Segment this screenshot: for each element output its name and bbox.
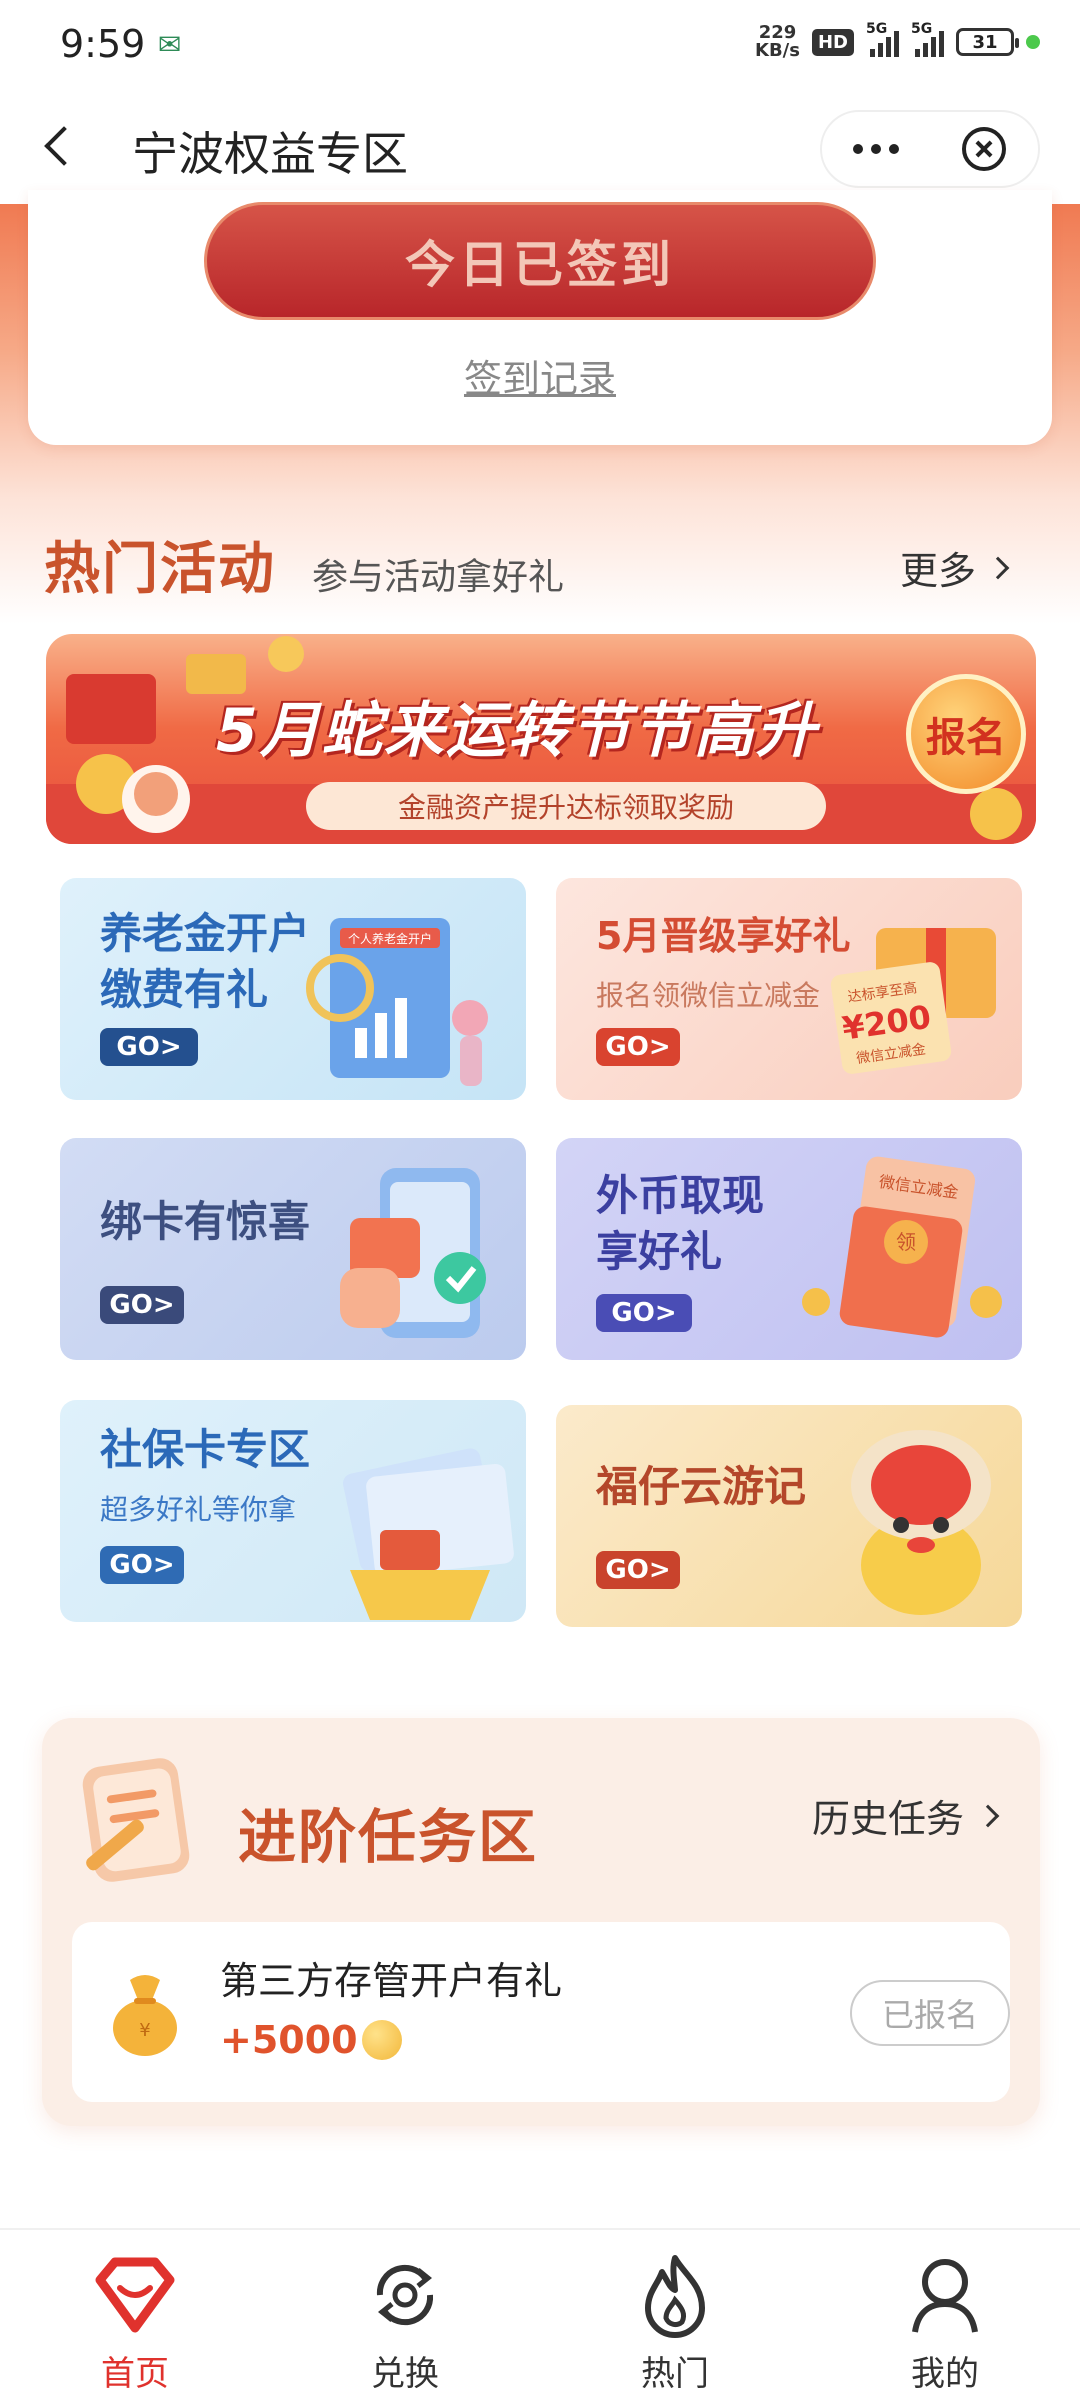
signin-card: 今日已签到 签到记录	[28, 190, 1052, 445]
task-item: ¥ 第三方存管开户有礼 +5000 已报名	[72, 1922, 1010, 2102]
status-time: 9:59	[60, 22, 146, 66]
gift-box-icon: 达标享至高 ¥200 微信立减金	[830, 928, 996, 1074]
fuzai-travel-card[interactable]: 福仔云游记 GO>	[556, 1405, 1022, 1627]
nav-label: 兑换	[371, 2354, 439, 2394]
card-title-line2: 享好礼	[596, 1227, 723, 1276]
go-button[interactable]: GO>	[596, 1551, 680, 1589]
registered-button[interactable]: 已报名	[850, 1980, 1010, 2046]
header: 宁波权益专区	[0, 92, 1080, 204]
status-bar: 9:59 ✉ 229 KB/s HD 5G 5G 31	[0, 0, 1080, 92]
chevron-right-icon	[986, 556, 1010, 579]
chevron-right-icon	[976, 1804, 1000, 1827]
nav-item-hot[interactable]: 热门	[540, 2230, 810, 2400]
pension-illustration-icon: 个人养老金开户	[306, 918, 488, 1086]
go-button[interactable]: GO>	[100, 1546, 184, 1584]
china-post-icon: ✉	[158, 28, 182, 61]
go-button[interactable]: GO>	[596, 1294, 692, 1332]
home-gem-icon	[95, 2257, 175, 2333]
more-label: 更多	[900, 549, 977, 593]
nav-item-exchange[interactable]: 兑换	[270, 2230, 540, 2400]
task-name: 第三方存管开户有礼	[220, 1959, 563, 2003]
card-title-line2: 缴费有礼	[100, 965, 269, 1014]
card-title: 福仔云游记	[596, 1462, 807, 1511]
phone-thumbs-up-icon	[340, 1168, 486, 1338]
red-envelope-icon: 微信立减金 领	[802, 1156, 1002, 1338]
hot-section-subtitle: 参与活动拿好礼	[312, 557, 565, 598]
card-subtitle: 报名领微信立减金	[596, 979, 821, 1012]
go-button[interactable]: GO>	[100, 1028, 198, 1066]
mascot-lion-icon	[851, 1430, 991, 1615]
card-title-line1: 养老金开户	[100, 909, 311, 958]
task-reward: +5000	[220, 2018, 402, 2062]
history-label: 历史任务	[812, 1797, 965, 1841]
signal-icon: 5G	[866, 21, 899, 57]
dot-icon	[889, 144, 899, 154]
clipboard-pencil-icon	[82, 1758, 190, 1882]
close-button[interactable]	[930, 112, 1038, 186]
card-title: 社保卡专区	[100, 1425, 311, 1474]
banner-subtitle: 金融资产提升达标领取奖励	[306, 782, 826, 830]
pension-account-card[interactable]: 养老金开户 缴费有礼 GO> 个人养老金开户	[60, 878, 526, 1100]
card-title: 5月晋级享好礼	[596, 914, 851, 958]
social-card-icon	[342, 1448, 514, 1620]
hd-voice-icon: HD	[811, 28, 854, 56]
history-tasks-link[interactable]: 历史任务	[812, 1788, 1000, 1843]
nav-item-mine[interactable]: 我的	[810, 2230, 1080, 2400]
status-indicators: 229 KB/s HD 5G 5G 31	[755, 21, 1040, 61]
battery-icon: 31	[956, 28, 1019, 56]
net-speed: 229 KB/s	[755, 22, 800, 61]
forex-withdraw-card[interactable]: 外币取现 享好礼 GO> 微信立减金 领	[556, 1138, 1022, 1360]
signal-icon-2: 5G	[911, 21, 944, 57]
go-button[interactable]: GO>	[596, 1028, 680, 1066]
hot-section-title: 热门活动	[44, 537, 276, 602]
social-security-card[interactable]: 社保卡专区 超多好礼等你拿 GO>	[60, 1400, 526, 1622]
banner-title: 5月蛇来运转节节高升	[216, 696, 818, 766]
dot-icon	[853, 144, 863, 154]
promo-banner[interactable]: 5月蛇来运转节节高升 金融资产提升达标领取奖励 报名	[46, 634, 1036, 844]
person-icon	[912, 2259, 978, 2333]
bind-card-card[interactable]: 绑卡有惊喜 GO>	[60, 1138, 526, 1360]
task-section-title: 进阶任务区	[238, 1803, 539, 1871]
svg-text:¥: ¥	[139, 2020, 150, 2041]
signed-in-button[interactable]: 今日已签到	[204, 202, 876, 320]
advanced-task-panel: 进阶任务区 历史任务 ¥ 第三方存管开户有礼 +5000 已报名	[42, 1718, 1040, 2126]
upgrade-gift-card[interactable]: 5月晋级享好礼 报名领微信立减金 GO> 达标享至高 ¥200 微信立减金	[556, 878, 1022, 1100]
bottom-nav: 首页 兑换 热门 我的	[0, 2228, 1080, 2400]
signup-badge[interactable]: 报名	[906, 674, 1026, 794]
reward-value: +5000	[220, 2018, 358, 2062]
back-button[interactable]	[36, 122, 86, 172]
privacy-dot-icon	[1026, 35, 1040, 49]
deco-seal: 领	[896, 1230, 916, 1254]
exchange-icon	[376, 2264, 434, 2326]
card-title: 绑卡有惊喜	[100, 1197, 311, 1246]
mini-program-capsule	[820, 110, 1040, 188]
more-link[interactable]: 更多	[900, 540, 1010, 595]
dot-icon	[871, 144, 881, 154]
go-button[interactable]: GO>	[100, 1286, 184, 1324]
page-title: 宁波权益专区	[132, 127, 408, 181]
nav-label: 首页	[101, 2354, 169, 2394]
deco-label: 个人养老金开户	[348, 931, 432, 946]
card-title-line1: 外币取现	[596, 1171, 765, 1220]
nav-label: 热门	[641, 2354, 709, 2394]
flame-icon	[645, 2255, 705, 2338]
gold-bean-icon	[361, 2020, 402, 2060]
card-subtitle: 超多好礼等你拿	[100, 1493, 297, 1526]
more-button[interactable]	[822, 112, 930, 186]
close-icon	[962, 127, 1006, 171]
money-bag-icon: ¥	[113, 1975, 177, 2056]
nav-label: 我的	[911, 2354, 979, 2394]
signin-record-link[interactable]: 签到记录	[28, 348, 1052, 403]
nav-item-home[interactable]: 首页	[0, 2230, 270, 2400]
